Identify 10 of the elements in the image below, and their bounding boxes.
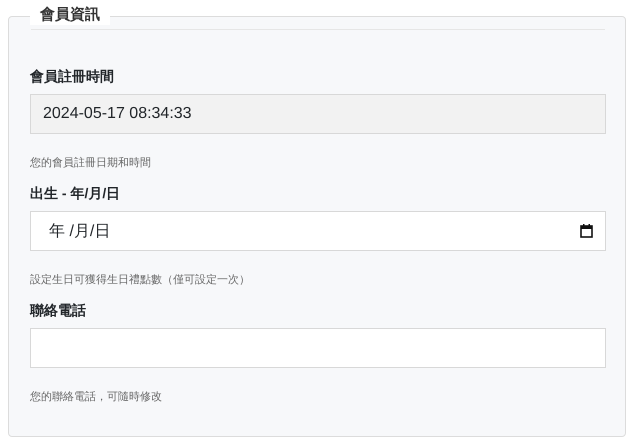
help-text: 設定生日可獲得生日禮點數（僅可設定一次）: [30, 273, 250, 287]
text-field[interactable]: [30, 328, 606, 368]
calendar-icon[interactable]: [580, 224, 593, 238]
field-label: 會員註冊時間: [30, 67, 114, 85]
date-field[interactable]: 年 /月/日: [30, 211, 606, 251]
section-title: 會員資訊: [30, 5, 110, 25]
field-label: 出生 - 年/月/日: [30, 184, 120, 202]
field-label: 聯絡電話: [30, 301, 86, 319]
help-text: 您的聯絡電話，可隨時修改: [30, 390, 162, 404]
help-text: 您的會員註冊日期和時間: [30, 156, 151, 170]
